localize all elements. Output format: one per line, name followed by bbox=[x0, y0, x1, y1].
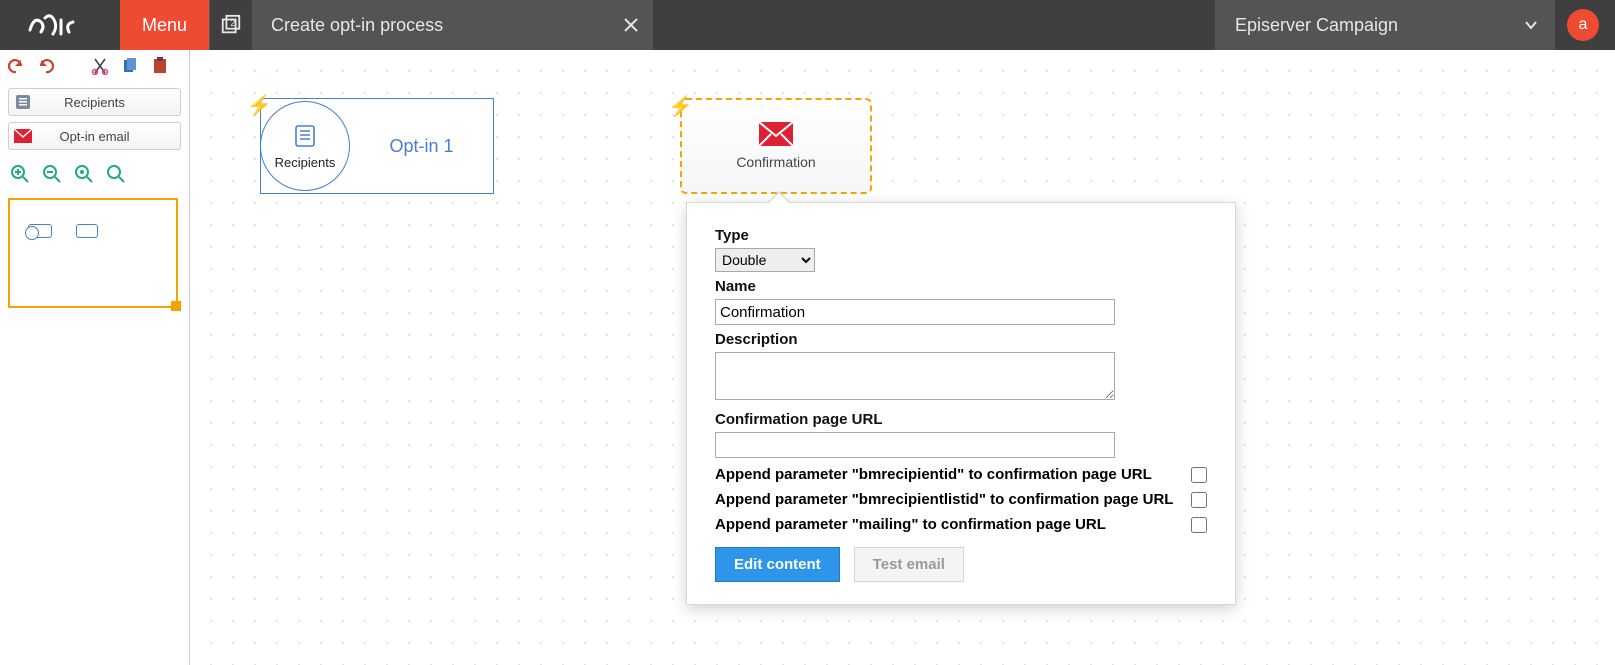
close-icon[interactable] bbox=[623, 17, 639, 33]
name-label: Name bbox=[715, 278, 1207, 295]
confirmation-url-field[interactable] bbox=[715, 432, 1115, 458]
node-optin-title: Opt-in 1 bbox=[350, 136, 493, 157]
palette-optin-email-label: Opt-in email bbox=[37, 129, 180, 144]
append-mailing-checkbox[interactable] bbox=[1191, 517, 1207, 533]
mail-icon bbox=[759, 122, 793, 146]
append-bmrecipientlistid-checkbox[interactable] bbox=[1191, 492, 1207, 508]
zoom-in-icon[interactable] bbox=[10, 164, 30, 184]
menu-button[interactable]: Menu bbox=[120, 0, 209, 50]
append-bmrecipientid-checkbox[interactable] bbox=[1191, 467, 1207, 483]
zoom-reset-icon[interactable] bbox=[106, 164, 126, 184]
recipients-icon bbox=[9, 93, 37, 111]
append-bmrecipientlistid-label: Append parameter "bmrecipientlistid" to … bbox=[715, 491, 1173, 508]
node-confirmation-label: Confirmation bbox=[736, 154, 815, 170]
avatar[interactable]: a bbox=[1567, 9, 1599, 41]
node-optin[interactable]: ⚡ Recipients Opt-in 1 bbox=[260, 98, 494, 194]
window-stack-button[interactable]: 2 bbox=[209, 0, 253, 50]
palette-recipients[interactable]: Recipients bbox=[8, 88, 181, 116]
logo bbox=[0, 10, 120, 40]
zoom-toolbar bbox=[0, 156, 189, 192]
type-label: Type bbox=[715, 227, 1207, 244]
zoom-fit-icon[interactable] bbox=[74, 164, 94, 184]
paste-icon[interactable] bbox=[150, 56, 170, 76]
bolt-icon: ⚡ bbox=[247, 93, 272, 118]
minimap-node bbox=[76, 224, 98, 238]
node-confirmation[interactable]: ⚡ Confirmation bbox=[680, 98, 872, 194]
append-mailing-label: Append parameter "mailing" to confirmati… bbox=[715, 516, 1106, 533]
minimap-node bbox=[28, 224, 52, 238]
minimap[interactable] bbox=[8, 198, 178, 308]
cut-icon[interactable] bbox=[90, 56, 110, 76]
confirmation-url-label: Confirmation page URL bbox=[715, 411, 1207, 428]
edit-toolbar bbox=[0, 50, 189, 82]
minimap-resize-handle[interactable] bbox=[171, 301, 181, 311]
app-selector[interactable]: Episerver Campaign bbox=[1215, 0, 1555, 50]
bolt-icon: ⚡ bbox=[668, 94, 693, 119]
description-label: Description bbox=[715, 331, 1207, 348]
app-selector-label: Episerver Campaign bbox=[1235, 15, 1398, 36]
properties-panel: Type Double Name Description Confirmatio… bbox=[686, 202, 1236, 605]
breadcrumb: Create opt-in process bbox=[253, 0, 653, 50]
description-field[interactable] bbox=[715, 352, 1115, 400]
mail-icon bbox=[9, 129, 37, 143]
redo-icon[interactable] bbox=[36, 56, 56, 76]
app-header: Menu 2 Create opt-in process Episerver C… bbox=[0, 0, 1615, 50]
append-bmrecipientid-label: Append parameter "bmrecipientid" to conf… bbox=[715, 466, 1152, 483]
test-email-button[interactable]: Test email bbox=[854, 547, 964, 582]
node-optin-recipients[interactable]: Recipients bbox=[260, 101, 350, 191]
zoom-out-icon[interactable] bbox=[42, 164, 62, 184]
palette-recipients-label: Recipients bbox=[37, 95, 180, 110]
chevron-down-icon bbox=[1523, 17, 1539, 33]
svg-text:2: 2 bbox=[230, 18, 235, 28]
type-select[interactable]: Double bbox=[715, 248, 815, 272]
name-field[interactable] bbox=[715, 299, 1115, 325]
canvas[interactable]: ⚡ Recipients Opt-in 1 ⚡ Confirmation Typ… bbox=[190, 50, 1615, 665]
left-sidebar: Recipients Opt-in email bbox=[0, 50, 190, 665]
undo-icon[interactable] bbox=[6, 56, 26, 76]
palette-optin-email[interactable]: Opt-in email bbox=[8, 122, 181, 150]
edit-content-button[interactable]: Edit content bbox=[715, 547, 840, 582]
node-recipients-label: Recipients bbox=[275, 155, 336, 170]
recipients-icon bbox=[292, 123, 318, 149]
breadcrumb-title: Create opt-in process bbox=[271, 15, 443, 36]
copy-icon[interactable] bbox=[120, 56, 140, 76]
